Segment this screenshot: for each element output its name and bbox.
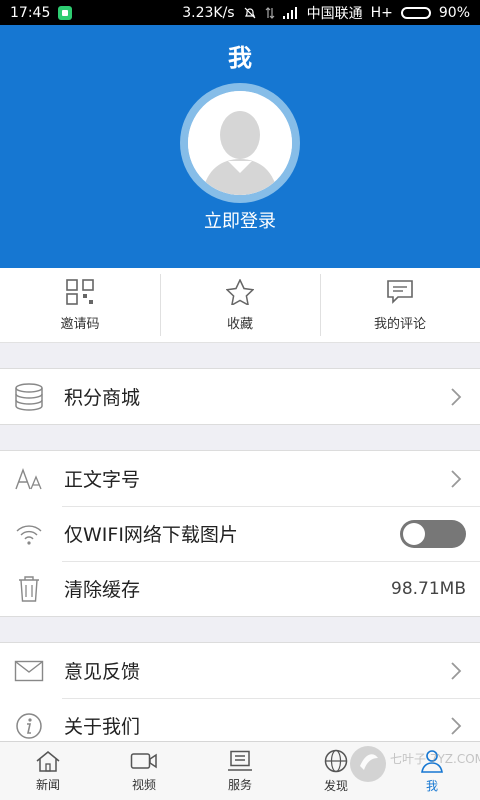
- points-mall-row[interactable]: 积分商城: [0, 369, 480, 424]
- carrier-name: 中国联通: [306, 5, 363, 22]
- globe-icon: [324, 749, 348, 772]
- trash-icon: [14, 574, 44, 604]
- invite-code-button[interactable]: 邀请码: [0, 268, 160, 342]
- battery-icon: [400, 6, 431, 19]
- mute-bell-icon: [244, 7, 256, 18]
- default-avatar-icon: [188, 91, 292, 195]
- user-icon: [421, 749, 443, 773]
- tab-label: 我: [425, 778, 438, 793]
- row-label: 积分商城: [64, 387, 141, 409]
- tab-label: 新闻: [35, 777, 60, 792]
- cache-size: 98.71MB: [391, 578, 466, 599]
- quick-actions: 邀请码 收藏 我的评论: [0, 268, 480, 343]
- qr-code-icon: [66, 278, 94, 305]
- clear-cache-row[interactable]: 清除缓存 98.71MB: [0, 561, 480, 616]
- tab-discover[interactable]: 发现: [288, 742, 384, 800]
- login-button[interactable]: 立即登录: [0, 207, 480, 233]
- tab-news[interactable]: 新闻: [0, 742, 96, 800]
- my-comments-button[interactable]: 我的评论: [320, 268, 480, 342]
- row-label: 正文字号: [64, 469, 141, 491]
- settings-group-display: 正文字号 仅WIFI网络下载图片 清除缓存 98.71MB: [0, 450, 480, 617]
- signal-icon: [282, 6, 297, 19]
- settings-group-mall: 积分商城: [0, 368, 480, 425]
- favorites-button[interactable]: 收藏: [160, 268, 320, 342]
- data-arrows-icon: [265, 6, 275, 19]
- mail-icon: [14, 656, 44, 686]
- avatar[interactable]: [180, 83, 300, 203]
- page-title: 我: [228, 44, 252, 72]
- profile-header: 我 立即登录: [0, 25, 480, 268]
- network-type: H+: [370, 4, 393, 21]
- tab-service[interactable]: 服务: [192, 742, 288, 800]
- tab-label: 视频: [131, 777, 156, 792]
- comment-icon: [387, 279, 413, 304]
- chevron-right-icon: [451, 661, 462, 680]
- row-label: 意见反馈: [64, 661, 141, 683]
- chevron-right-icon: [451, 716, 462, 735]
- tab-me[interactable]: 我: [384, 742, 480, 800]
- wifi-icon: [14, 519, 44, 549]
- font-size-icon: [14, 464, 44, 494]
- star-icon: [226, 278, 254, 305]
- video-icon: [130, 752, 157, 769]
- tab-label: 服务: [227, 777, 252, 792]
- quick-label: 邀请码: [60, 316, 100, 332]
- info-icon: [14, 711, 44, 741]
- row-label: 关于我们: [64, 716, 141, 738]
- status-time: 17:45: [10, 4, 51, 21]
- chevron-right-icon: [451, 469, 462, 488]
- quick-label: 收藏: [226, 316, 253, 332]
- status-bar: 17:45 3.23K/s 中国联通 H+ 90%: [0, 0, 480, 25]
- wifi-only-toggle[interactable]: [400, 519, 466, 548]
- security-shield-icon: [58, 5, 73, 20]
- font-size-row[interactable]: 正文字号: [0, 451, 480, 506]
- chevron-right-icon: [451, 387, 462, 406]
- tab-video[interactable]: 视频: [96, 742, 192, 800]
- wifi-only-images-row: 仅WIFI网络下载图片: [0, 506, 480, 561]
- battery-level: 90%: [438, 4, 470, 21]
- feedback-row[interactable]: 意见反馈: [0, 643, 480, 698]
- service-icon: [228, 750, 252, 771]
- bottom-tab-bar: 新闻 视频 服务 发现 我: [0, 741, 480, 800]
- tab-label: 发现: [323, 778, 348, 793]
- settings-group-about: 意见反馈 关于我们: [0, 642, 480, 753]
- network-speed: 3.23K/s: [182, 4, 235, 21]
- row-label: 仅WIFI网络下载图片: [64, 524, 238, 546]
- home-icon: [36, 750, 60, 772]
- quick-label: 我的评论: [373, 316, 426, 332]
- database-icon: [14, 382, 44, 412]
- row-label: 清除缓存: [64, 579, 141, 601]
